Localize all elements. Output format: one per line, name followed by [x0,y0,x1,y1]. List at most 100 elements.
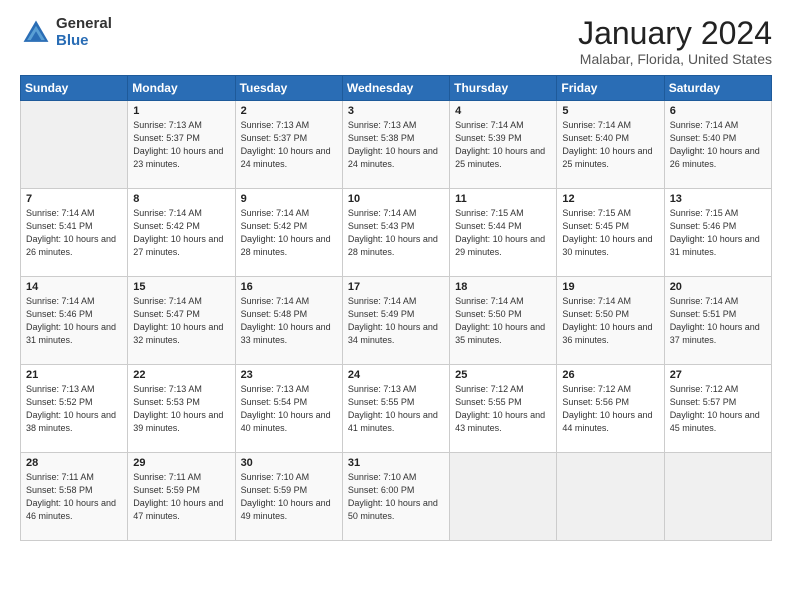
header: General Blue January 2024 Malabar, Flori… [20,16,772,67]
calendar-cell: 23 Sunrise: 7:13 AMSunset: 5:54 PMDayligh… [235,365,342,453]
cell-content: Sunrise: 7:13 AMSunset: 5:37 PMDaylight:… [133,119,229,171]
calendar-cell: 27Sunrise: 7:12 AMSunset: 5:57 PMDayligh… [664,365,771,453]
cell-content: Sunrise: 7:14 AMSunset: 5:47 PMDaylight:… [133,295,229,347]
location: Malabar, Florida, United States [578,51,772,67]
cell-content: Sunrise: 7:11 AMSunset: 5:59 PMDaylight:… [133,471,229,523]
day-number: 10 [348,193,444,205]
cell-content: Sunrise: 7:12 AMSunset: 5:57 PMDaylight:… [670,383,766,435]
calendar-cell: 28Sunrise: 7:11 AMSunset: 5:58 PMDayligh… [21,453,128,541]
day-number: 20 [670,281,766,293]
day-number: 22 [133,369,229,381]
calendar-cell: 3Sunrise: 7:13 AMSunset: 5:38 PMDaylight… [342,101,449,189]
cell-content: Sunrise: 7:14 AMSunset: 5:40 PMDaylight:… [670,119,766,171]
title-block: January 2024 Malabar, Florida, United St… [578,16,772,67]
day-number: 19 [562,281,658,293]
calendar-cell: 30 Sunrise: 7:10 AMSunset: 5:59 PMDayligh… [235,453,342,541]
calendar-cell: 10 Sunrise: 7:14 AMSunset: 5:43 PMDayligh… [342,189,449,277]
day-number: 4 [455,105,551,117]
calendar-cell: 25Sunrise: 7:12 AMSunset: 5:55 PMDayligh… [450,365,557,453]
calendar-cell: 4Sunrise: 7:14 AMSunset: 5:39 PMDaylight… [450,101,557,189]
day-number: 8 [133,193,229,205]
day-number: 18 [455,281,551,293]
calendar-table: Sunday Monday Tuesday Wednesday Thursday… [20,75,772,541]
day-number: 28 [26,457,122,469]
cell-content: Sunrise: 7:13 AMSunset: 5:52 PMDaylight:… [26,383,122,435]
cell-content: Sunrise: 7:14 AMSunset: 5:48 PMDaylight:… [241,295,337,347]
calendar-cell [664,453,771,541]
day-number: 12 [562,193,658,205]
cell-content: Sunrise: 7:14 AMSunset: 5:50 PMDaylight:… [455,295,551,347]
calendar-cell: 19 Sunrise: 7:14 AMSunset: 5:50 PMDayligh… [557,277,664,365]
day-number: 31 [348,457,444,469]
day-number: 9 [241,193,337,205]
cell-content: Sunrise: 7:14 AMSunset: 5:42 PMDaylight:… [241,207,337,259]
calendar-cell: 9 Sunrise: 7:14 AMSunset: 5:42 PMDaylight… [235,189,342,277]
logo: General Blue [20,16,112,49]
calendar-cell: 22 Sunrise: 7:13 AMSunset: 5:53 PMDayligh… [128,365,235,453]
calendar-header: Sunday Monday Tuesday Wednesday Thursday… [21,76,772,101]
calendar-cell: 18 Sunrise: 7:14 AMSunset: 5:50 PMDayligh… [450,277,557,365]
calendar-week-5: 28Sunrise: 7:11 AMSunset: 5:58 PMDayligh… [21,453,772,541]
day-number: 17 [348,281,444,293]
calendar-week-4: 21 Sunrise: 7:13 AMSunset: 5:52 PMDayligh… [21,365,772,453]
header-tuesday: Tuesday [235,76,342,101]
calendar-cell: 29 Sunrise: 7:11 AMSunset: 5:59 PMDayligh… [128,453,235,541]
calendar-cell [21,101,128,189]
cell-content: Sunrise: 7:15 AMSunset: 5:44 PMDaylight:… [455,207,551,259]
day-number: 26 [562,369,658,381]
day-number: 1 [133,105,229,117]
day-number: 16 [241,281,337,293]
logo-icon [20,17,52,49]
day-number: 15 [133,281,229,293]
calendar-cell: 5Sunrise: 7:14 AMSunset: 5:40 PMDaylight… [557,101,664,189]
day-number: 2 [241,105,337,117]
cell-content: Sunrise: 7:14 AMSunset: 5:42 PMDaylight:… [133,207,229,259]
cell-content: Sunrise: 7:14 AMSunset: 5:46 PMDaylight:… [26,295,122,347]
header-friday: Friday [557,76,664,101]
calendar-cell: 14 Sunrise: 7:14 AMSunset: 5:46 PMDayligh… [21,277,128,365]
month-title: January 2024 [578,16,772,51]
calendar-cell: 16 Sunrise: 7:14 AMSunset: 5:48 PMDayligh… [235,277,342,365]
logo-general: General [56,16,112,33]
header-wednesday: Wednesday [342,76,449,101]
cell-content: Sunrise: 7:13 AMSunset: 5:54 PMDaylight:… [241,383,337,435]
calendar-cell: 26 Sunrise: 7:12 AMSunset: 5:56 PMDayligh… [557,365,664,453]
calendar-week-3: 14 Sunrise: 7:14 AMSunset: 5:46 PMDayligh… [21,277,772,365]
cell-content: Sunrise: 7:13 AMSunset: 5:53 PMDaylight:… [133,383,229,435]
calendar-week-1: 1 Sunrise: 7:13 AMSunset: 5:37 PMDaylight… [21,101,772,189]
header-thursday: Thursday [450,76,557,101]
cell-content: Sunrise: 7:14 AMSunset: 5:41 PMDaylight:… [26,207,122,259]
cell-content: Sunrise: 7:14 AMSunset: 5:50 PMDaylight:… [562,295,658,347]
cell-content: Sunrise: 7:12 AMSunset: 5:56 PMDaylight:… [562,383,658,435]
day-number: 3 [348,105,444,117]
header-monday: Monday [128,76,235,101]
day-number: 23 [241,369,337,381]
header-saturday: Saturday [664,76,771,101]
calendar-body: 1 Sunrise: 7:13 AMSunset: 5:37 PMDaylight… [21,101,772,541]
header-row: Sunday Monday Tuesday Wednesday Thursday… [21,76,772,101]
day-number: 14 [26,281,122,293]
cell-content: Sunrise: 7:10 AMSunset: 5:59 PMDaylight:… [241,471,337,523]
calendar-cell: 21 Sunrise: 7:13 AMSunset: 5:52 PMDayligh… [21,365,128,453]
day-number: 30 [241,457,337,469]
cell-content: Sunrise: 7:12 AMSunset: 5:55 PMDaylight:… [455,383,551,435]
calendar-week-2: 7 Sunrise: 7:14 AMSunset: 5:41 PMDaylight… [21,189,772,277]
cell-content: Sunrise: 7:15 AMSunset: 5:45 PMDaylight:… [562,207,658,259]
day-number: 6 [670,105,766,117]
calendar-cell: 31Sunrise: 7:10 AMSunset: 6:00 PMDayligh… [342,453,449,541]
calendar-cell: 11Sunrise: 7:15 AMSunset: 5:44 PMDayligh… [450,189,557,277]
day-number: 24 [348,369,444,381]
page: General Blue January 2024 Malabar, Flori… [0,0,792,612]
day-number: 7 [26,193,122,205]
calendar-cell: 7 Sunrise: 7:14 AMSunset: 5:41 PMDaylight… [21,189,128,277]
calendar-cell: 15 Sunrise: 7:14 AMSunset: 5:47 PMDayligh… [128,277,235,365]
logo-text: General Blue [56,16,112,49]
calendar-cell: 17Sunrise: 7:14 AMSunset: 5:49 PMDayligh… [342,277,449,365]
calendar-cell [450,453,557,541]
day-number: 5 [562,105,658,117]
cell-content: Sunrise: 7:14 AMSunset: 5:51 PMDaylight:… [670,295,766,347]
calendar-cell: 2Sunrise: 7:13 AMSunset: 5:37 PMDaylight… [235,101,342,189]
cell-content: Sunrise: 7:14 AMSunset: 5:43 PMDaylight:… [348,207,444,259]
day-number: 29 [133,457,229,469]
day-number: 21 [26,369,122,381]
